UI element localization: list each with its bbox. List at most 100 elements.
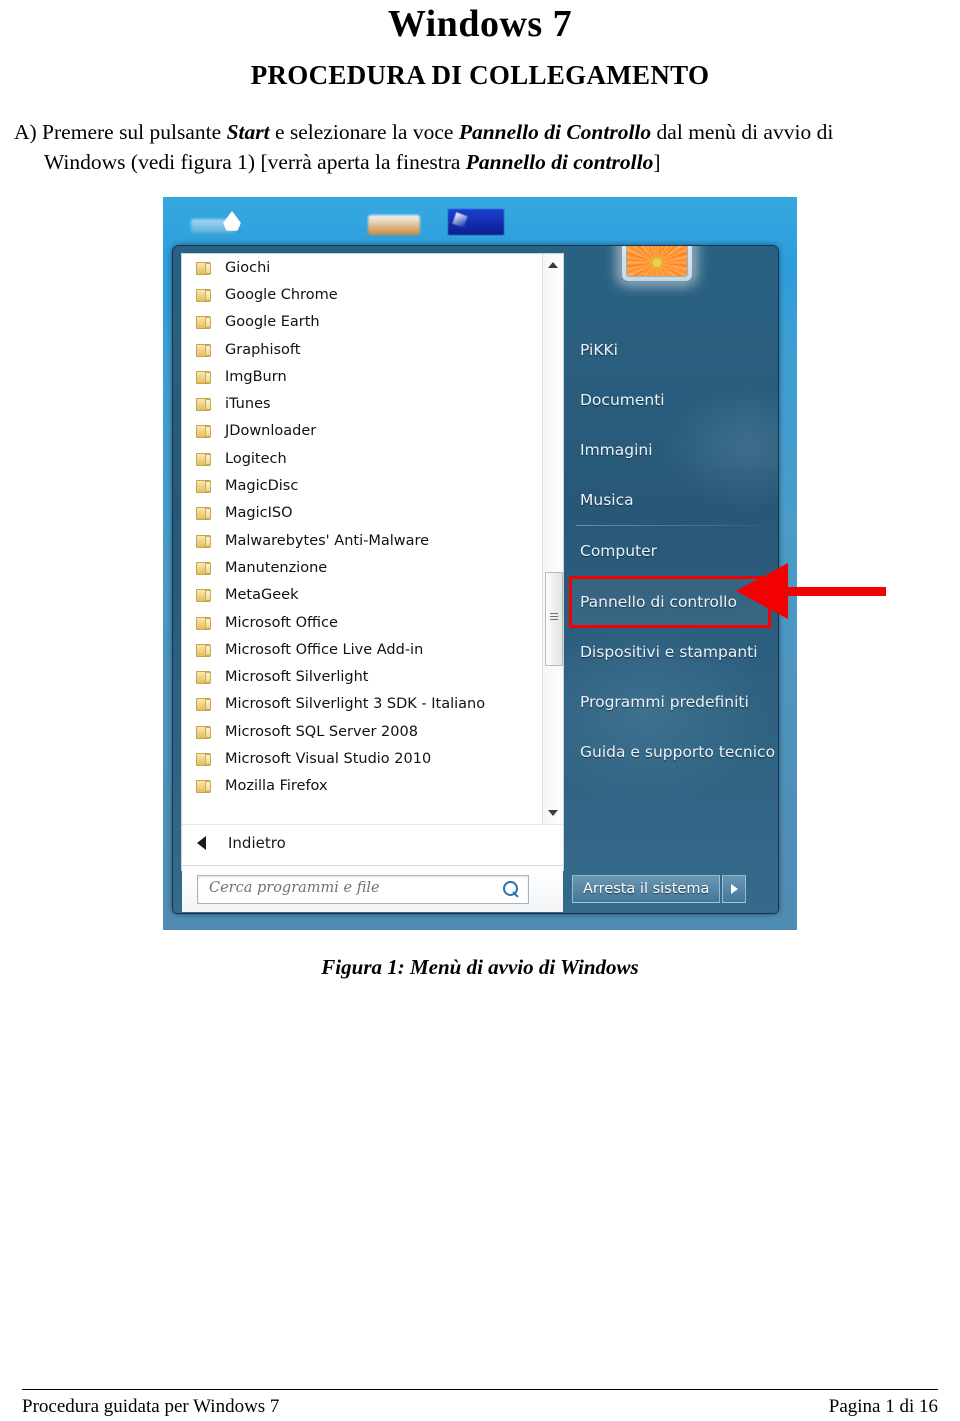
list-item-label: Giochi	[225, 259, 271, 276]
chevron-right-icon	[730, 884, 738, 894]
place-item-label: PiKKi	[580, 341, 618, 359]
list-item-label: Microsoft Silverlight	[225, 669, 369, 686]
list-item-label: Manutenzione	[225, 559, 328, 576]
place-item-label: Immagini	[580, 441, 653, 459]
list-item-label: Graphisoft	[225, 341, 301, 358]
place-item-label: Computer	[580, 542, 658, 560]
place-item-devices-printers[interactable]: Dispositivi e stampanti	[570, 627, 770, 677]
paragraph-text-4: Windows (vedi figura 1) [verrà aperta la…	[44, 150, 466, 174]
folder-icon	[196, 424, 212, 439]
places-list: PiKKi Documenti Immagini Musica Computer…	[569, 325, 775, 777]
list-item-label: Microsoft Visual Studio 2010	[225, 750, 432, 767]
folder-icon	[196, 397, 212, 412]
list-item[interactable]: Giochi	[182, 254, 563, 281]
desktop-icon-blurred-2	[223, 211, 241, 231]
list-item-label: MetaGeek	[225, 587, 299, 604]
folder-icon	[196, 616, 212, 630]
search-placeholder: Cerca programmi e file	[209, 880, 380, 896]
list-item[interactable]: Microsoft SQL Server 2008	[182, 718, 563, 745]
list-item[interactable]: Mozilla Firefox	[182, 773, 563, 800]
scroll-down-icon[interactable]	[543, 804, 563, 822]
list-item[interactable]: MetaGeek	[182, 582, 563, 609]
list-item[interactable]: Graphisoft	[182, 336, 563, 363]
place-item-pictures[interactable]: Immagini	[570, 425, 770, 475]
list-item[interactable]: Google Chrome	[182, 281, 563, 308]
figure-caption: Figura 1: Menù di avvio di Windows	[321, 955, 639, 979]
folder-icon	[196, 343, 212, 357]
search-area: Cerca programmi e file	[182, 865, 563, 912]
folder-icon	[196, 588, 212, 603]
place-item-user[interactable]: PiKKi	[570, 325, 770, 375]
footer-left-text: Procedura guidata per Windows 7	[22, 1396, 280, 1417]
list-item-label: MagicDisc	[225, 478, 299, 495]
program-list-scrollbar[interactable]	[542, 254, 563, 824]
list-item[interactable]: Microsoft Silverlight	[182, 663, 563, 690]
folder-icon	[196, 288, 212, 302]
list-item[interactable]: Microsoft Office Live Add-in	[182, 636, 563, 663]
list-item[interactable]: Malwarebytes' Anti-Malware	[182, 527, 563, 554]
search-icon[interactable]	[502, 880, 520, 898]
list-item-label: Google Earth	[225, 314, 320, 331]
footer-right-text: Pagina 1 di 16	[828, 1396, 938, 1417]
list-item[interactable]: Microsoft Silverlight 3 SDK - Italiano	[182, 691, 563, 718]
list-item-label: Google Chrome	[225, 286, 338, 303]
shutdown-button-label: Arresta il sistema	[583, 881, 710, 897]
paragraph-text-5: ]	[653, 150, 661, 174]
list-item[interactable]: MagicISO	[182, 500, 563, 527]
place-item-help-support[interactable]: Guida e supporto tecnico	[570, 727, 775, 777]
place-item-label: Pannello di controllo	[580, 593, 737, 611]
shutdown-button[interactable]: Arresta il sistema	[572, 875, 721, 903]
list-item[interactable]: iTunes	[182, 390, 563, 417]
list-item[interactable]: Manutenzione	[182, 554, 563, 581]
folder-icon	[196, 534, 212, 548]
page-subtitle: PROCEDURA DI COLLEGAMENTO	[250, 60, 710, 90]
place-item-default-programs[interactable]: Programmi predefiniti	[570, 677, 770, 727]
place-item-documents[interactable]: Documenti	[570, 375, 770, 425]
page-title: Windows 7	[387, 3, 573, 45]
desktop-icon-blurred-4	[448, 209, 504, 235]
search-input[interactable]: Cerca programmi e file	[197, 875, 529, 904]
avatar-flower-image	[626, 246, 688, 277]
list-item[interactable]: Google Earth	[182, 309, 563, 336]
list-item-label: Malwarebytes' Anti-Malware	[225, 532, 430, 549]
place-item-music[interactable]: Musica	[570, 475, 770, 525]
folder-icon	[196, 452, 212, 466]
list-item-label: Logitech	[225, 450, 287, 467]
folder-icon	[196, 261, 212, 275]
list-item[interactable]: Logitech	[182, 445, 563, 472]
list-item[interactable]: MagicDisc	[182, 472, 563, 499]
list-item-label: ImgBurn	[225, 368, 287, 385]
shutdown-options-button[interactable]	[722, 875, 747, 903]
back-button-label: Indietro	[228, 834, 286, 852]
folder-icon	[196, 752, 212, 766]
scroll-up-icon[interactable]	[543, 256, 563, 274]
list-item-label: MagicISO	[225, 505, 293, 522]
folder-icon	[196, 479, 212, 494]
desktop-icon-blurred-3	[368, 215, 420, 235]
shutdown-control: Arresta il sistema	[572, 875, 747, 903]
list-item[interactable]: ImgBurn	[182, 363, 563, 390]
list-item-label: Mozilla Firefox	[225, 778, 328, 795]
start-menu-panel: Giochi Google Chrome Google Earth Graphi…	[172, 245, 779, 914]
program-list: Giochi Google Chrome Google Earth Graphi…	[182, 254, 563, 824]
list-item[interactable]: JDownloader	[182, 418, 563, 445]
back-arrow-icon	[197, 836, 206, 850]
place-item-label: Programmi predefiniti	[580, 693, 749, 711]
paragraph-text-1: A) Premere sul pulsante	[14, 120, 227, 144]
list-item-label: JDownloader	[225, 423, 317, 440]
list-item-label: Microsoft Office	[225, 614, 338, 631]
list-item[interactable]: Microsoft Office	[182, 609, 563, 636]
list-item-label: iTunes	[225, 396, 271, 413]
list-item[interactable]: Microsoft Visual Studio 2010	[182, 745, 563, 772]
emphasis-control-panel-window: Pannello di controllo	[465, 150, 654, 174]
emphasis-start: Start	[226, 120, 270, 144]
paragraph-text-3: dal menù di avvio di	[651, 120, 834, 144]
list-item-label: Microsoft Silverlight 3 SDK - Italiano	[225, 696, 486, 713]
list-item-label: Microsoft Office Live Add-in	[225, 641, 424, 658]
back-button[interactable]: Indietro	[182, 824, 563, 861]
folder-icon	[196, 643, 212, 657]
avatar[interactable]	[622, 246, 692, 281]
figure-screenshot: Giochi Google Chrome Google Earth Graphi…	[163, 197, 797, 930]
scrollbar-thumb[interactable]	[545, 572, 563, 666]
start-menu-programs-pane: Giochi Google Chrome Google Earth Graphi…	[181, 253, 564, 912]
